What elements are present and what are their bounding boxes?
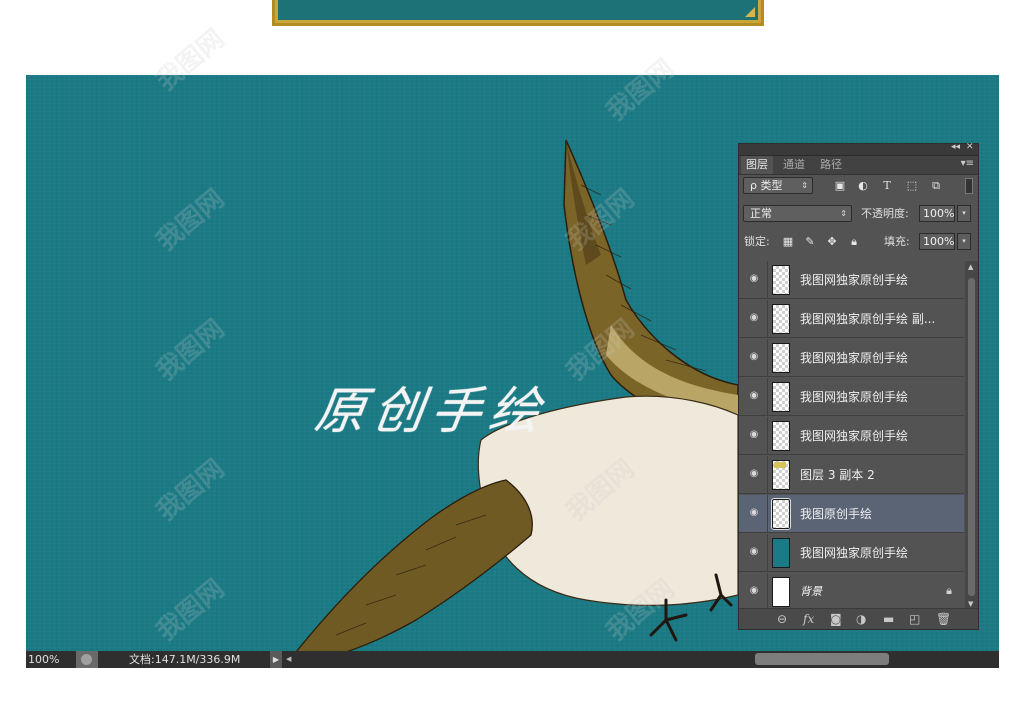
eye-icon[interactable]: ◉ [748, 273, 760, 285]
layer-name: 我图网独家原创手绘 [800, 429, 909, 443]
chevron-updown-icon: ⇕ [801, 181, 808, 190]
layer-thumbnail [772, 343, 790, 373]
layer-name: 我图网独家原创手绘 [800, 390, 909, 404]
type-filter-icon[interactable]: T [880, 177, 894, 194]
layer-name: 图层 3 副本 2 [800, 468, 875, 482]
panel-bottom-bar: ⊖ fx ◙ ◑ ▬ ◰ 🗑︎ [739, 608, 978, 629]
status-menu-arrow[interactable]: ▶ [270, 651, 282, 668]
layer-thumbnail [772, 577, 790, 607]
horizontal-scrollbar-thumb[interactable] [755, 653, 889, 665]
filter-row: ρ 类型 ⇕ ▣ ◐ T ⬚ ⧉ [739, 177, 978, 197]
layer-row-background[interactable]: ◉ 背景 🔒︎ [739, 573, 964, 610]
panel-tabs: 图层 通道 路径 ▾≡ [739, 156, 978, 175]
blend-mode-select[interactable]: 正常 ⇕ [743, 205, 852, 222]
fill-input[interactable]: 100% [919, 233, 955, 250]
layer-name: 我图网独家原创手绘 [800, 351, 909, 365]
layer-row[interactable]: ◉ 我图网独家原创手绘 [739, 378, 964, 416]
tab-channels[interactable]: 通道 [778, 156, 810, 174]
layer-name: 我图网独家原创手绘 [800, 273, 909, 287]
lock-transparent-icon[interactable]: ▦ [781, 233, 795, 250]
layer-thumbnail [772, 265, 790, 295]
layer-row[interactable]: ◉ 我图网独家原创手绘 [739, 261, 964, 299]
eye-icon[interactable]: ◉ [748, 546, 760, 558]
filter-toggle-switch[interactable] [965, 178, 973, 194]
layer-name: 我图原创手绘 [800, 507, 873, 521]
group-icon[interactable]: ▬ [883, 611, 894, 627]
status-info-icon[interactable] [81, 654, 92, 665]
layer-thumbnail [772, 304, 790, 334]
layer-row[interactable]: ◉ 我图网独家原创手绘 [739, 534, 964, 572]
layer-thumbnail [771, 498, 791, 530]
shape-filter-icon[interactable]: ⬚ [905, 177, 919, 194]
status-bar: 100% 文档:147.1M/336.9M ▶ ◀ [26, 651, 999, 668]
link-icon[interactable]: ⊖ [777, 611, 787, 627]
eye-icon[interactable]: ◉ [748, 507, 760, 519]
eye-icon[interactable]: ◉ [748, 468, 760, 480]
layer-row-selected[interactable]: ◉ 我图原创手绘 [739, 495, 964, 533]
layer-row[interactable]: ◉ 图层 3 副本 2 [739, 456, 964, 494]
lock-all-icon[interactable]: 🔒︎ [847, 233, 861, 250]
tab-paths[interactable]: 路径 [815, 156, 847, 174]
image-filter-icon[interactable]: ▣ [833, 177, 847, 194]
bird-lower-wing [295, 479, 533, 652]
lock-brush-icon[interactable]: ✎ [803, 233, 817, 250]
layer-list-scrollbar[interactable]: ▲ ▼ [965, 261, 978, 610]
panel-menu-icon[interactable]: ▾≡ [961, 158, 974, 169]
layer-row[interactable]: ◉ 我图网独家原创手绘 [739, 339, 964, 377]
layers-panel: ◂◂ ✕ 图层 通道 路径 ▾≡ ρ 类型 ⇕ ▣ ◐ T ⬚ ⧉ 正常 ⇕ 不透明… [738, 142, 979, 630]
layer-list: ◉ 我图网独家原创手绘 ◉ 我图网独家原创手绘 副... ◉ 我图网独家原创手绘… [739, 261, 964, 610]
fill-label: 填充: [884, 235, 910, 248]
lock-icon: 🔒︎ [946, 584, 952, 597]
document-size-info: 文档:147.1M/336.9M [129, 653, 241, 666]
lock-label: 锁定: [744, 235, 770, 248]
layer-thumbnail [772, 460, 790, 490]
layer-name: 我图网独家原创手绘 [800, 546, 909, 560]
opacity-input[interactable]: 100% [919, 205, 955, 222]
eye-icon[interactable]: ◉ [748, 585, 760, 597]
scroll-down-icon[interactable]: ▼ [968, 600, 973, 608]
layer-row[interactable]: ◉ 我图网独家原创手绘 [739, 417, 964, 455]
collapse-panel-button[interactable]: ◂◂ [951, 142, 960, 152]
fill-dropdown-button[interactable]: ▾ [957, 233, 971, 250]
chevron-updown-icon: ⇕ [840, 209, 847, 218]
filter-kind-select[interactable]: ρ 类型 ⇕ [743, 177, 813, 194]
fx-icon[interactable]: fx [803, 611, 814, 627]
opacity-label: 不透明度: [861, 207, 909, 220]
smart-object-filter-icon[interactable]: ⧉ [929, 177, 943, 194]
layer-thumbnail [772, 538, 790, 568]
layer-thumbnail [772, 421, 790, 451]
top-framed-preview [272, 0, 764, 26]
eye-icon[interactable]: ◉ [748, 390, 760, 402]
eye-icon[interactable]: ◉ [748, 351, 760, 363]
blend-mode-label: 正常 [750, 207, 772, 220]
zoom-level[interactable]: 100% [28, 651, 59, 668]
scroll-left-icon[interactable]: ◀ [286, 651, 291, 668]
close-panel-button[interactable]: ✕ [966, 142, 974, 152]
layer-name: 我图网独家原创手绘 副... [800, 312, 936, 326]
trash-icon[interactable]: 🗑︎ [936, 611, 951, 627]
tab-layers[interactable]: 图层 [741, 156, 773, 174]
eye-icon[interactable]: ◉ [748, 429, 760, 441]
eye-icon[interactable]: ◉ [748, 312, 760, 324]
scrollbar-thumb[interactable] [968, 278, 975, 596]
layer-thumbnail [772, 382, 790, 412]
calligraphy-title: 原创手绘 [311, 382, 552, 440]
new-layer-icon[interactable]: ◰ [909, 611, 920, 627]
lock-row: 锁定: ▦ ✎ ✥ 🔒︎ 填充: 100% ▾ [739, 233, 978, 253]
scroll-up-icon[interactable]: ▲ [968, 263, 973, 271]
adjustment-icon[interactable]: ◑ [856, 611, 866, 627]
layer-name: 背景 [800, 585, 822, 598]
panel-title-bar: ◂◂ ✕ [739, 142, 978, 156]
opacity-dropdown-button[interactable]: ▾ [957, 205, 971, 222]
mask-icon[interactable]: ◙ [830, 611, 842, 627]
blend-row: 正常 ⇕ 不透明度: 100% ▾ [739, 205, 978, 225]
adjustment-filter-icon[interactable]: ◐ [856, 177, 870, 194]
filter-kind-label: ρ 类型 [750, 179, 783, 192]
lock-position-icon[interactable]: ✥ [825, 233, 839, 250]
layer-row[interactable]: ◉ 我图网独家原创手绘 副... [739, 300, 964, 338]
